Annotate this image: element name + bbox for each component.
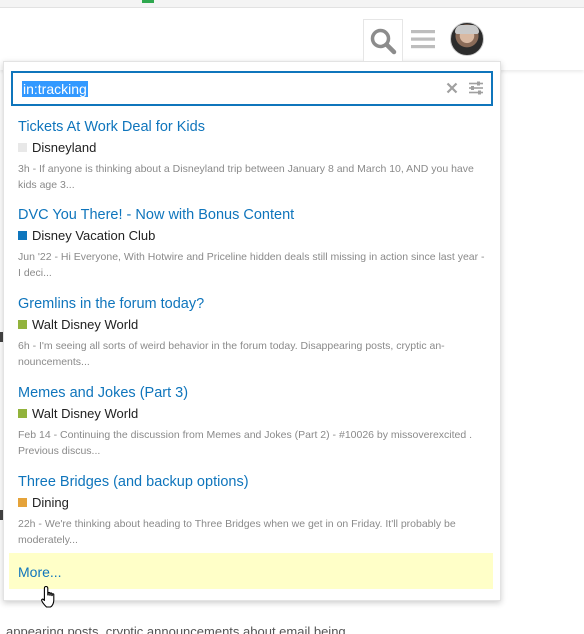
browser-tab-indicator: [142, 0, 154, 3]
category-name: Walt Disney World: [32, 317, 139, 332]
search-input[interactable]: in:tracking: [11, 71, 493, 106]
more-results-link[interactable]: More...: [18, 564, 62, 580]
avatar-hair: [455, 25, 479, 34]
hamburger-icon: [411, 30, 435, 49]
category-color-badge: [18, 498, 27, 507]
category-name: Walt Disney World: [32, 406, 139, 421]
sliders-icon: [469, 81, 483, 95]
category-color-badge: [18, 231, 27, 240]
search-result-item[interactable]: DVC You There! - Now with Bonus Content …: [18, 206, 492, 281]
category-name: Dining: [32, 495, 69, 510]
background-post-text: appearing posts, cryptic announcements a…: [6, 624, 346, 634]
hand-pointer-cursor: [41, 585, 55, 608]
result-category[interactable]: Dining: [18, 494, 492, 511]
clear-search-button[interactable]: [443, 79, 461, 97]
close-icon: [446, 82, 458, 94]
search-icon: [370, 28, 397, 54]
menu-button[interactable]: [403, 19, 443, 59]
result-excerpt: Feb 14 - Continuing the discussion from …: [18, 429, 473, 457]
header-icons: [363, 19, 484, 61]
category-name: Disneyland: [32, 140, 97, 155]
result-title-link[interactable]: Tickets At Work Deal for Kids: [18, 118, 492, 136]
user-avatar[interactable]: [450, 22, 484, 56]
result-excerpt: Jun '22 - Hi Everyone, With Hotwire and …: [18, 251, 485, 279]
result-title-link[interactable]: DVC You There! - Now with Bonus Content: [18, 206, 492, 224]
result-title-link[interactable]: Gremlins in the forum today?: [18, 295, 492, 313]
category-name: Disney Vacation Club: [32, 228, 156, 243]
search-query-text[interactable]: in:tracking: [22, 81, 88, 97]
result-category[interactable]: Disney Vacation Club: [18, 227, 492, 244]
search-result-item[interactable]: Memes and Jokes (Part 3) Walt Disney Wor…: [18, 384, 492, 459]
category-color-badge: [18, 320, 27, 329]
search-result-item[interactable]: Three Bridges (and backup options) Dinin…: [18, 473, 492, 548]
result-excerpt: 3h - If anyone is thinking about a Disne…: [18, 163, 474, 191]
browser-strip: [0, 0, 584, 8]
result-category[interactable]: Walt Disney World: [18, 405, 492, 422]
result-excerpt: 22h - We're thinking about heading to Th…: [18, 518, 456, 546]
search-button[interactable]: [363, 19, 403, 61]
result-title-link[interactable]: Three Bridges (and backup options): [18, 473, 492, 491]
search-result-item[interactable]: Gremlins in the forum today? Walt Disney…: [18, 295, 492, 370]
category-color-badge: [18, 409, 27, 418]
search-result-item[interactable]: Tickets At Work Deal for Kids Disneyland…: [18, 118, 492, 193]
category-color-badge: [18, 143, 27, 152]
result-excerpt: 6h - I'm seeing all sorts of weird behav…: [18, 340, 445, 368]
search-dropdown-panel: in:tracking Tickets At Work Deal for Kid…: [3, 61, 501, 601]
result-category[interactable]: Disneyland: [18, 139, 492, 156]
result-category[interactable]: Walt Disney World: [18, 316, 492, 333]
result-title-link[interactable]: Memes and Jokes (Part 3): [18, 384, 492, 402]
more-results-row[interactable]: More...: [9, 553, 493, 589]
advanced-search-button[interactable]: [467, 79, 485, 97]
